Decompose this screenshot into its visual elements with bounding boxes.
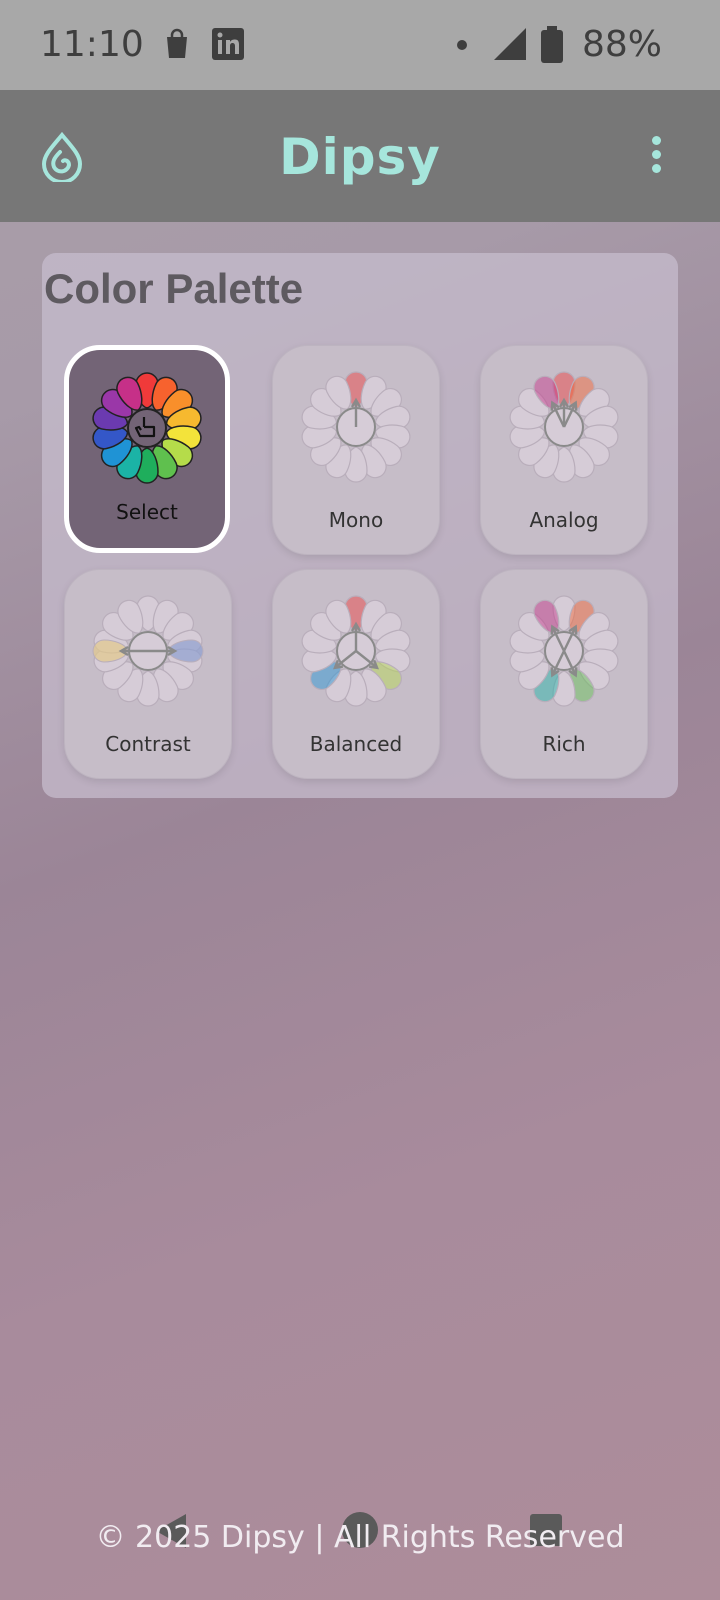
analog-wheel-icon	[509, 371, 619, 483]
mono-wheel-icon	[301, 371, 411, 483]
shopping-bag-icon	[164, 28, 190, 65]
palette-option-label: Analog	[529, 508, 599, 532]
more-vert-icon[interactable]	[644, 136, 668, 176]
footer-copyright: © 2025 Dipsy | All Rights Reserved	[95, 1520, 625, 1555]
palette-option-mono[interactable]: Mono	[272, 345, 440, 555]
rich-wheel-icon	[509, 595, 619, 707]
battery-icon	[540, 26, 564, 69]
palette-option-label: Balanced	[309, 732, 403, 756]
app-bar: Dipsy	[0, 90, 720, 222]
palette-heading: Color Palette	[44, 265, 304, 312]
contrast-wheel-icon	[92, 595, 204, 707]
palette-option-select[interactable]: Select	[64, 345, 230, 553]
palette-option-label: Select	[116, 500, 178, 524]
signal-icon	[492, 26, 528, 67]
palette-option-label: Rich	[542, 732, 586, 756]
palette-option-balanced[interactable]: Balanced	[272, 569, 440, 779]
linkedin-icon	[212, 28, 244, 65]
palette-option-label: Mono	[328, 508, 384, 532]
color-wheel-icon	[92, 372, 202, 484]
balanced-wheel-icon	[301, 595, 411, 707]
status-time: 11:10	[40, 24, 144, 65]
palette-option-rich[interactable]: Rich	[480, 569, 648, 779]
palette-option-analog[interactable]: Analog	[480, 345, 648, 555]
palette-option-label: Contrast	[105, 732, 191, 756]
battery-percentage: 88%	[582, 24, 663, 65]
dot-icon	[456, 38, 468, 56]
palette-option-contrast[interactable]: Contrast	[64, 569, 232, 779]
app-title: Dipsy	[279, 128, 441, 186]
status-bar: 11:10 88%	[0, 0, 720, 90]
